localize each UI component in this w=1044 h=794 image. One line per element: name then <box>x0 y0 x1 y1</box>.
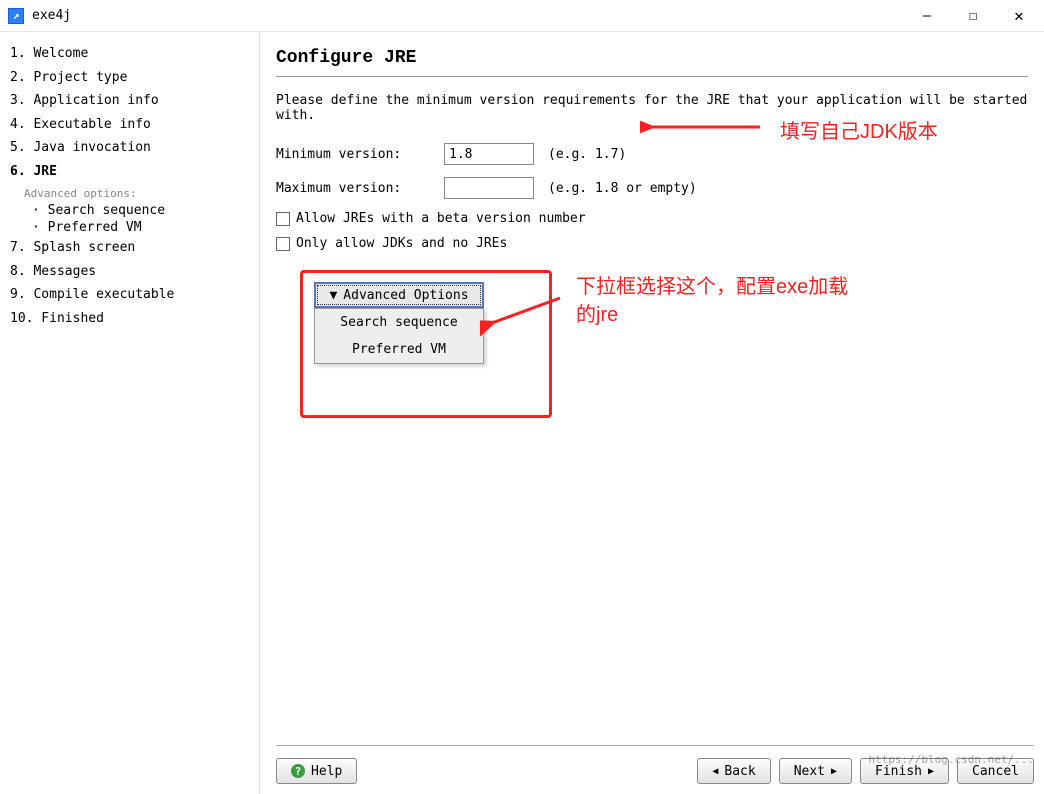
jdk-only-checkbox[interactable] <box>276 237 290 251</box>
advanced-options-dropdown: ▼ Advanced Options Search sequence Prefe… <box>314 282 484 364</box>
arrow-right-icon: ▶ <box>928 766 934 777</box>
advanced-options-button-label: Advanced Options <box>343 288 468 303</box>
menu-item-search-sequence[interactable]: Search sequence <box>315 309 483 336</box>
min-version-hint: (e.g. 1.7) <box>548 147 626 162</box>
beta-checkbox[interactable] <box>276 212 290 226</box>
step-jre[interactable]: 6. JRE <box>10 160 249 184</box>
step-splash[interactable]: 7. Splash screen <box>10 236 249 260</box>
max-version-label: Maximum version: <box>276 181 436 196</box>
step-java-invocation[interactable]: 5. Java invocation <box>10 136 249 160</box>
chevron-down-icon: ▼ <box>329 288 337 303</box>
help-button-label: Help <box>311 764 342 779</box>
step-messages[interactable]: 8. Messages <box>10 260 249 284</box>
window-title: exe4j <box>32 8 904 23</box>
min-version-label: Minimum version: <box>276 147 436 162</box>
annotation-text-2b: 的jre <box>576 298 618 327</box>
maximize-button[interactable]: ☐ <box>950 1 996 31</box>
sub-preferred-vm[interactable]: · Preferred VM <box>32 219 249 236</box>
window-controls: — ☐ ✕ <box>904 1 1042 31</box>
sidebar-watermark: exe4j <box>0 630 2 785</box>
advanced-options-list: Search sequence Preferred VM <box>314 308 484 364</box>
wizard-sidebar: 1. Welcome 2. Project type 3. Applicatio… <box>0 32 260 794</box>
max-version-hint: (e.g. 1.8 or empty) <box>548 181 697 196</box>
main-panel: Configure JRE Please define the minimum … <box>260 32 1044 794</box>
next-button[interactable]: Next ▶ <box>779 758 852 784</box>
annotation-text-1: 填写自己JDK版本 <box>780 115 938 144</box>
step-app-info[interactable]: 3. Application info <box>10 89 249 113</box>
back-button-label: Back <box>724 764 755 779</box>
step-compile[interactable]: 9. Compile executable <box>10 283 249 307</box>
max-version-input[interactable] <box>444 177 534 199</box>
sub-search-sequence[interactable]: · Search sequence <box>32 202 249 219</box>
step-exec-info[interactable]: 4. Executable info <box>10 113 249 137</box>
page-title: Configure JRE <box>276 48 1028 68</box>
step-project-type[interactable]: 2. Project type <box>10 66 249 90</box>
menu-item-preferred-vm[interactable]: Preferred VM <box>315 336 483 363</box>
step-finished[interactable]: 10. Finished <box>10 307 249 331</box>
advanced-options-button[interactable]: ▼ Advanced Options <box>314 282 484 308</box>
minimize-button[interactable]: — <box>904 1 950 31</box>
jdk-only-checkbox-label: Only allow JDKs and no JREs <box>296 236 507 251</box>
divider <box>276 76 1028 77</box>
advanced-options-label: Advanced options: <box>24 187 249 200</box>
back-button[interactable]: ◀ Back <box>697 758 770 784</box>
close-button[interactable]: ✕ <box>996 1 1042 31</box>
app-icon: ↗ <box>8 8 24 24</box>
arrow-right-icon: ▶ <box>831 766 837 777</box>
help-icon: ? <box>291 764 305 778</box>
step-welcome[interactable]: 1. Welcome <box>10 42 249 66</box>
watermark-footer: https://blog.csdn.net/... <box>868 753 1034 766</box>
beta-checkbox-label: Allow JREs with a beta version number <box>296 211 586 226</box>
titlebar: ↗ exe4j — ☐ ✕ <box>0 0 1044 32</box>
help-button[interactable]: ? Help <box>276 758 357 784</box>
min-version-input[interactable] <box>444 143 534 165</box>
annotation-text-2a: 下拉框选择这个，配置exe加载 <box>576 270 848 299</box>
arrow-left-icon: ◀ <box>712 766 718 777</box>
next-button-label: Next <box>794 764 825 779</box>
